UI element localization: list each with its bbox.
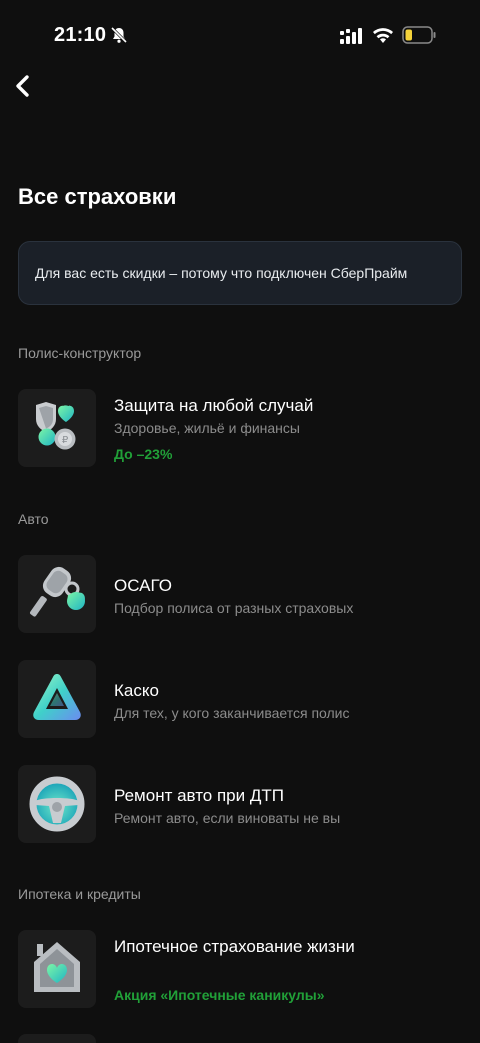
- item-title: Ремонт авто при ДТП: [114, 786, 284, 805]
- chevron-left-icon[interactable]: [12, 72, 34, 100]
- section-label-constructor: Полис-конструктор: [18, 345, 142, 361]
- item-title: Каско: [114, 681, 159, 700]
- list-item-kasko[interactable]: Каско Для тех, у кого заканчивается поли…: [18, 660, 462, 740]
- list-item-osago[interactable]: ОСАГО Подбор полиса от разных страховых: [18, 555, 462, 635]
- wifi-icon: [373, 28, 393, 43]
- battery-low-icon: [402, 26, 436, 44]
- list-item-mortgage-life-insurance[interactable]: Ипотечное страхование жизни Акция «Ипоте…: [18, 930, 462, 1022]
- item-subtitle: Подбор полиса от разных страховых: [114, 600, 354, 616]
- item-subtitle: Для тех, у кого заканчивается полис: [114, 705, 350, 721]
- item-subtitle: Ремонт авто, если виноваты не вы: [114, 810, 341, 826]
- sberprime-discount-banner[interactable]: Для вас есть скидки – потому что подключ…: [18, 241, 462, 305]
- steering-wheel-icon: [18, 765, 96, 843]
- banner-text: Для вас есть скидки – потому что подключ…: [35, 265, 408, 281]
- item-subtitle: Здоровье, жильё и финансы: [114, 420, 300, 436]
- item-promo: До –23%: [114, 446, 173, 462]
- item-title: ОСАГО: [114, 576, 172, 595]
- item-promo: Акция «Ипотечные каникулы»: [114, 987, 325, 1003]
- section-label-auto: Авто: [18, 511, 49, 527]
- signal-icon: [340, 28, 362, 44]
- page-title: Все страховки: [18, 184, 177, 209]
- item-title: Защита на любой случай: [114, 396, 314, 415]
- status-time: 21:10: [54, 24, 107, 46]
- car-key-icon: [18, 555, 96, 633]
- item-title: Ипотечное страхование жизни: [114, 937, 355, 956]
- status-bar: 21:10: [0, 0, 480, 70]
- bell-off-icon: [110, 26, 128, 44]
- house-heart-icon: [18, 930, 96, 1008]
- list-item-car-repair[interactable]: Ремонт авто при ДТП Ремонт авто, если ви…: [18, 765, 462, 845]
- shield-heart-icon: ₽: [18, 389, 96, 467]
- next-item-tile: [18, 1034, 96, 1043]
- list-item-any-case-protection[interactable]: ₽ Защита на любой случай Здоровье, жильё…: [18, 389, 462, 469]
- warning-triangle-icon: [18, 660, 96, 738]
- svg-text:₽: ₽: [62, 435, 69, 446]
- section-label-mortgage: Ипотека и кредиты: [18, 886, 141, 902]
